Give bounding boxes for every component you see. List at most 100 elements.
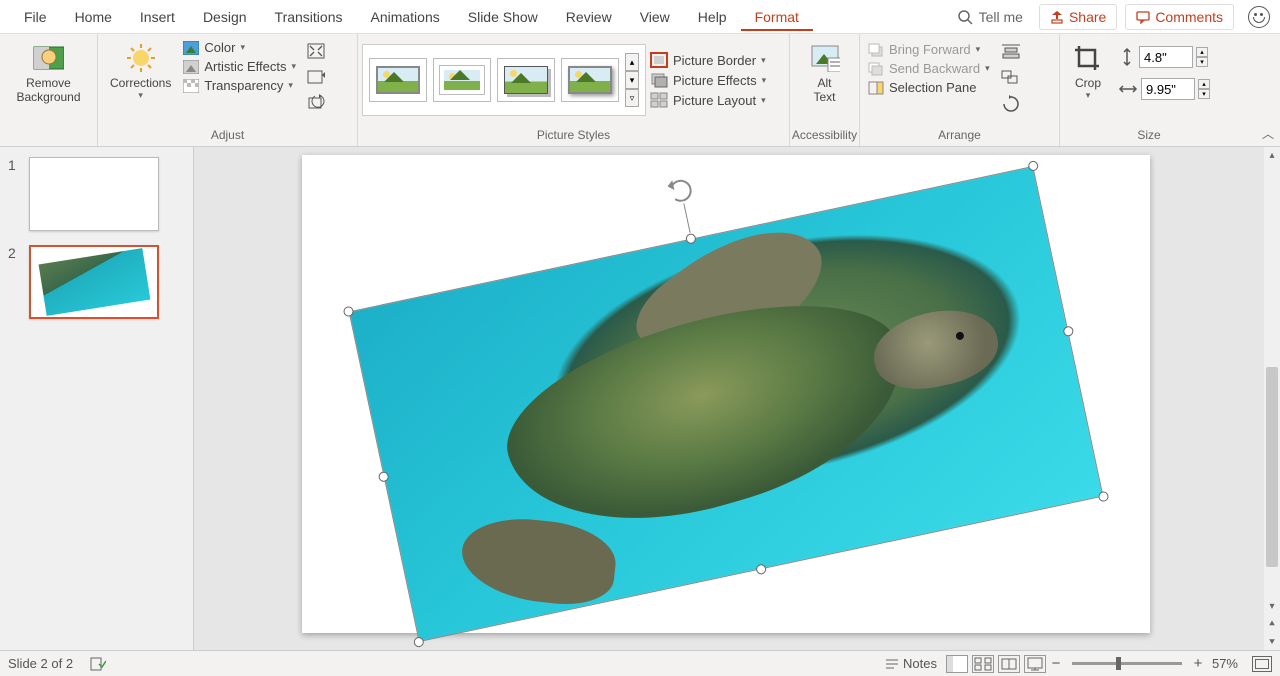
change-picture-button[interactable] (306, 68, 326, 88)
menu-design[interactable]: Design (189, 3, 261, 31)
artistic-effects-button[interactable]: Artistic Effects ▾ (183, 59, 296, 74)
slideshow-view-button[interactable] (1024, 655, 1046, 673)
send-backward-button[interactable]: Send Backward ▾ (868, 61, 990, 76)
normal-view-button[interactable] (946, 655, 968, 673)
picture-effects-button[interactable]: Picture Effects ▾ (650, 72, 766, 88)
accessibility-group-label: Accessibility (790, 126, 859, 146)
corrections-button[interactable]: Corrections ▾ (102, 38, 179, 105)
artistic-effects-icon (183, 60, 199, 74)
menu-slideshow[interactable]: Slide Show (454, 3, 552, 31)
size-group-label: Size (1060, 126, 1238, 146)
slide-thumbnail-2[interactable] (29, 245, 159, 319)
selection-pane-label: Selection Pane (889, 80, 976, 95)
bring-forward-icon (868, 43, 884, 57)
share-button[interactable]: Share (1039, 4, 1117, 30)
gallery-scroll-down[interactable]: ▾ (625, 71, 639, 89)
color-button[interactable]: Color ▾ (183, 40, 296, 55)
notes-button[interactable]: Notes (878, 656, 944, 671)
remove-background-button[interactable]: Remove Background (8, 38, 88, 108)
crop-icon (1072, 42, 1104, 74)
picture-border-icon (650, 52, 668, 68)
height-input[interactable] (1139, 46, 1193, 68)
chevron-down-icon: ▾ (761, 95, 766, 106)
group-button[interactable] (1000, 68, 1022, 88)
comments-label: Comments (1155, 9, 1223, 25)
width-spin-up[interactable]: ▴ (1198, 79, 1210, 89)
notes-icon (885, 658, 899, 670)
height-spin-up[interactable]: ▴ (1196, 47, 1208, 57)
zoom-out-button[interactable]: − (1048, 656, 1064, 672)
thumbnail-image-icon (38, 248, 150, 316)
picture-layout-button[interactable]: Picture Layout ▾ (650, 92, 766, 108)
chevron-down-icon: ▾ (985, 63, 990, 74)
menu-animations[interactable]: Animations (356, 3, 453, 31)
scroll-down-button[interactable]: ▾ (1264, 598, 1280, 614)
transparency-label: Transparency (204, 78, 283, 93)
chevron-down-icon: ▾ (761, 55, 766, 66)
menu-insert[interactable]: Insert (126, 3, 189, 31)
menu-format[interactable]: Format (741, 3, 813, 31)
slide-sorter-view-button[interactable] (972, 655, 994, 673)
menu-transitions[interactable]: Transitions (261, 3, 357, 31)
zoom-slider[interactable] (1072, 662, 1182, 665)
menu-review[interactable]: Review (552, 3, 626, 31)
chevron-down-icon: ▾ (976, 44, 981, 55)
alt-text-button[interactable]: Alt Text (801, 38, 849, 108)
picture-border-button[interactable]: Picture Border ▾ (650, 52, 766, 68)
collapse-ribbon-button[interactable]: ︿ (1262, 125, 1274, 142)
selection-pane-button[interactable]: Selection Pane (868, 80, 990, 95)
slide-number-2: 2 (8, 245, 20, 319)
width-input[interactable] (1141, 78, 1195, 100)
width-spin-down[interactable]: ▾ (1198, 89, 1210, 99)
picture-border-label: Picture Border (673, 53, 756, 68)
ribbon: Remove Background x Corrections ▾ Color … (0, 34, 1280, 147)
spellcheck-icon (90, 657, 106, 671)
picture-layout-icon (650, 92, 668, 108)
next-slide-button[interactable]: ⯆ (1264, 634, 1280, 650)
transparency-button[interactable]: Transparency ▾ (183, 78, 296, 93)
zoom-value[interactable]: 57% (1206, 656, 1244, 671)
vertical-scrollbar[interactable]: ▴ ▾ ⯅ ⯆ (1264, 147, 1280, 650)
fit-to-window-button[interactable] (1252, 656, 1272, 672)
slide-thumbnail-1[interactable] (29, 157, 159, 231)
crop-button[interactable]: Crop ▾ (1064, 38, 1112, 105)
menu-view[interactable]: View (626, 3, 684, 31)
chevron-down-icon: ▾ (291, 61, 296, 72)
spell-check-button[interactable] (83, 657, 113, 671)
prev-slide-button[interactable]: ⯅ (1264, 616, 1280, 632)
color-label: Color (204, 40, 235, 55)
picture-style-2[interactable] (433, 58, 491, 102)
align-button[interactable] (1000, 42, 1022, 62)
scroll-up-button[interactable]: ▴ (1264, 147, 1280, 163)
picture-style-3[interactable] (497, 58, 555, 102)
tell-me-search[interactable]: Tell me (945, 9, 1035, 25)
picture-style-4[interactable] (561, 58, 619, 102)
workspace: 1 2 (0, 147, 1280, 650)
reset-picture-button[interactable] (306, 94, 326, 114)
reading-view-button[interactable] (998, 655, 1020, 673)
transparency-icon (183, 79, 199, 93)
gallery-more[interactable]: ▿ (625, 89, 639, 107)
chevron-down-icon: ▾ (288, 80, 293, 91)
slide-canvas-area[interactable]: ▴ ▾ ⯅ ⯆ (194, 147, 1280, 650)
bring-forward-button[interactable]: Bring Forward ▾ (868, 42, 990, 57)
comment-icon (1136, 10, 1150, 24)
share-label: Share (1069, 9, 1106, 25)
picture-style-1[interactable] (369, 58, 427, 102)
zoom-slider-thumb[interactable] (1116, 657, 1121, 670)
picture-effects-label: Picture Effects (673, 73, 757, 88)
comments-button[interactable]: Comments (1125, 4, 1234, 30)
menu-help[interactable]: Help (684, 3, 741, 31)
slide-counter: Slide 2 of 2 (8, 656, 73, 671)
menu-file[interactable]: File (10, 3, 61, 31)
menu-home[interactable]: Home (61, 3, 126, 31)
gallery-scroll-up[interactable]: ▴ (625, 53, 639, 71)
notes-label: Notes (903, 656, 937, 671)
height-spin-down[interactable]: ▾ (1196, 57, 1208, 67)
width-input-row: ▴▾ (1118, 78, 1210, 100)
scrollbar-thumb[interactable] (1266, 367, 1278, 567)
feedback-smile-icon[interactable] (1248, 6, 1270, 28)
rotate-button[interactable] (1000, 94, 1022, 114)
zoom-in-button[interactable]: + (1190, 656, 1206, 672)
compress-pictures-button[interactable] (306, 42, 326, 62)
